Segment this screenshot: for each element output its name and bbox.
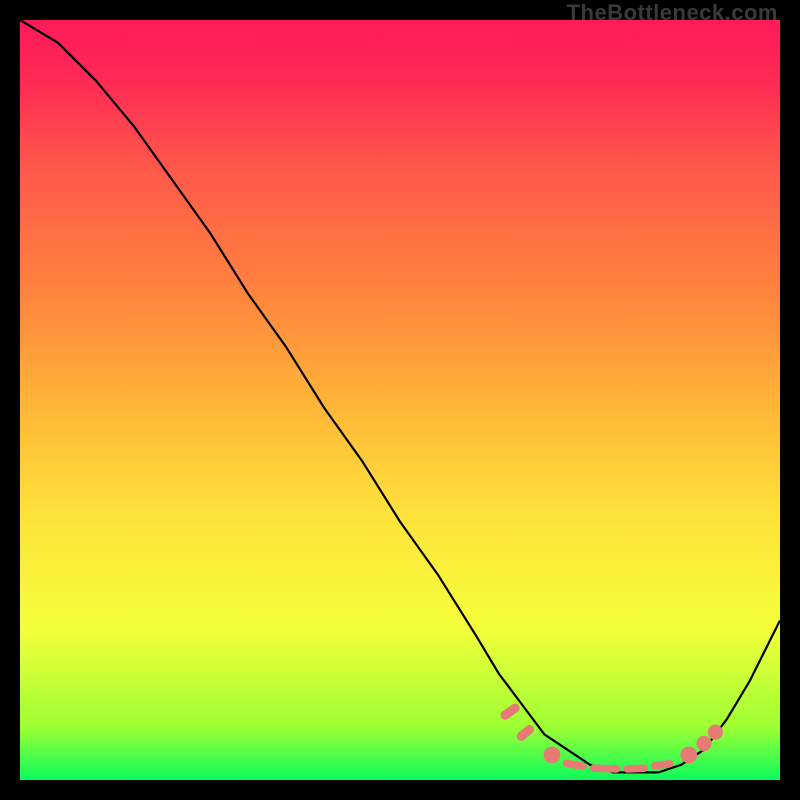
- marker-dot: [696, 736, 711, 751]
- marker-pill: [499, 702, 522, 722]
- marker-pill: [515, 723, 536, 743]
- curve-markers: [499, 702, 723, 773]
- marker-dot: [680, 747, 697, 764]
- marker-pill: [590, 764, 621, 773]
- marker-dot: [544, 747, 561, 764]
- bottleneck-curve: [20, 20, 780, 772]
- curve-layer: [20, 20, 780, 780]
- chart-frame: TheBottleneck.com: [0, 0, 800, 800]
- marker-pill: [623, 764, 648, 772]
- marker-dot: [708, 725, 723, 740]
